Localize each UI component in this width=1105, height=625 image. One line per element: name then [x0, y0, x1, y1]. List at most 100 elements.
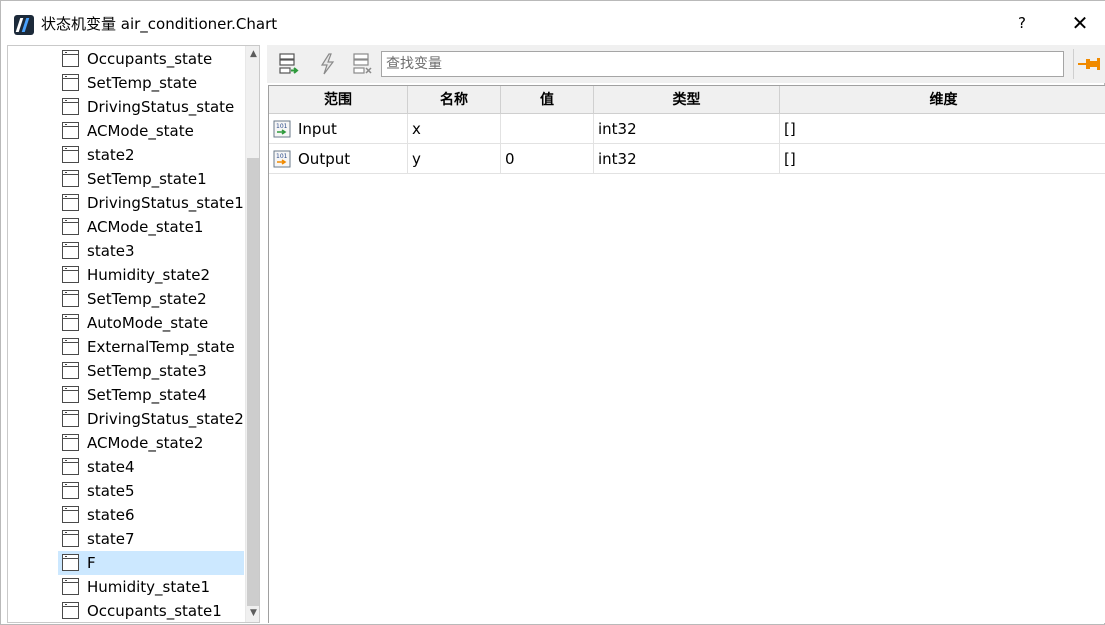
state-icon [62, 50, 79, 67]
column-header-name[interactable]: 名称 [408, 86, 501, 114]
scroll-thumb[interactable] [247, 158, 259, 606]
tree-item-label: DrivingStatus_state1 [87, 194, 244, 212]
state-icon [62, 266, 79, 283]
tree-item[interactable]: ACMode_state2 [58, 431, 244, 455]
svg-text:101: 101 [276, 153, 288, 160]
window-title: 状态机变量 air_conditioner.Chart [41, 15, 278, 33]
pin-button[interactable] [1077, 54, 1101, 74]
tree-item[interactable]: SetTemp_state4 [58, 383, 244, 407]
column-header-value[interactable]: 值 [501, 86, 594, 114]
tree-item[interactable]: ExternalTemp_state [58, 335, 244, 359]
type-cell[interactable]: int32 [594, 144, 780, 174]
tree-item[interactable]: DrivingStatus_state1 [58, 191, 244, 215]
column-header-scope[interactable]: 范围 [269, 86, 408, 114]
state-icon [62, 122, 79, 139]
tree-item-label: state3 [87, 242, 135, 260]
tree-item[interactable]: state2 [58, 143, 244, 167]
tree-item[interactable]: DrivingStatus_state2 [58, 407, 244, 431]
state-icon [62, 314, 79, 331]
tree-item-label: ExternalTemp_state [87, 338, 235, 356]
output-variable-icon: 101 [273, 150, 291, 168]
dimension-cell[interactable]: [] [780, 144, 1105, 174]
scope-cell[interactable]: 101 Output [269, 144, 408, 174]
tree-item[interactable]: SetTemp_state3 [58, 359, 244, 383]
help-button[interactable]: ? [1005, 7, 1039, 39]
state-icon [62, 578, 79, 595]
value-cell[interactable] [501, 114, 594, 144]
state-icon [62, 362, 79, 379]
add-variable-button[interactable] [275, 51, 301, 77]
state-icon [62, 290, 79, 307]
scroll-up-arrow-icon[interactable]: ▲ [246, 46, 259, 63]
state-tree-panel: Occupants_state SetTemp_state DrivingStatu… [7, 45, 260, 623]
tree-item[interactable]: Occupants_state1 [58, 599, 244, 622]
delete-variable-button[interactable] [349, 51, 375, 77]
tree-item-label: DrivingStatus_state [87, 98, 235, 116]
pin-icon [1078, 58, 1100, 70]
value-cell[interactable]: 0 [501, 144, 594, 174]
lightning-button[interactable] [315, 51, 341, 77]
column-header-type[interactable]: 类型 [594, 86, 780, 114]
tree-item[interactable]: state3 [58, 239, 244, 263]
table-row[interactable]: 101 Output y 0 int32 [] [269, 144, 1105, 174]
variables-toolbar [267, 45, 1105, 83]
close-button[interactable]: ✕ [1061, 7, 1099, 39]
tree-item[interactable]: state7 [58, 527, 244, 551]
state-icon [62, 506, 79, 523]
tree-item[interactable]: ACMode_state [58, 119, 244, 143]
type-cell[interactable]: int32 [594, 114, 780, 144]
tree-item-label: F [87, 554, 96, 572]
state-icon [62, 146, 79, 163]
state-icon [62, 194, 79, 211]
tree-item[interactable]: ACMode_state1 [58, 215, 244, 239]
column-header-dimension[interactable]: 维度 [780, 86, 1105, 114]
search-variable-input[interactable] [381, 51, 1064, 77]
name-cell[interactable]: y [408, 144, 501, 174]
state-icon [62, 602, 79, 619]
tree-item-label: state5 [87, 482, 135, 500]
state-icon [62, 554, 79, 571]
variables-table: 范围 名称 值 类型 维度 101 Input x int32 [] 101 O… [268, 85, 1105, 623]
chart-variables-window: 状态机变量 air_conditioner.Chart ? ✕ Occupant… [0, 0, 1105, 625]
state-icon [62, 338, 79, 355]
scope-cell[interactable]: 101 Input [269, 114, 408, 144]
svg-text:101: 101 [276, 123, 288, 130]
tree-item-label: SetTemp_state4 [87, 386, 207, 404]
tree-item[interactable]: Humidity_state1 [58, 575, 244, 599]
tree-item[interactable]: SetTemp_state1 [58, 167, 244, 191]
tree-item[interactable]: state4 [58, 455, 244, 479]
tree-item[interactable]: Occupants_state [58, 47, 244, 71]
tree-item[interactable]: state6 [58, 503, 244, 527]
scope-label: Output [298, 150, 351, 168]
title-bar[interactable]: 状态机变量 air_conditioner.Chart ? ✕ [1, 1, 1105, 45]
state-icon [62, 410, 79, 427]
tree-item[interactable]: F [58, 551, 244, 575]
tree-item[interactable]: Humidity_state2 [58, 263, 244, 287]
add-variable-icon [279, 53, 299, 74]
delete-variable-icon [353, 53, 372, 74]
tree-item[interactable]: AutoMode_state [58, 311, 244, 335]
dimension-cell[interactable]: [] [780, 114, 1105, 144]
state-icon [62, 218, 79, 235]
state-icon [62, 170, 79, 187]
name-cell[interactable]: x [408, 114, 501, 144]
tree-item-label: state4 [87, 458, 135, 476]
scroll-down-arrow-icon[interactable]: ▼ [246, 605, 259, 622]
tree-item[interactable]: state5 [58, 479, 244, 503]
tree-item-label: SetTemp_state1 [87, 170, 207, 188]
lightning-icon [320, 53, 335, 75]
tree-scrollbar[interactable]: ▲ ▼ [245, 46, 259, 622]
tree-item-label: Humidity_state1 [87, 578, 211, 596]
tree-item-label: state2 [87, 146, 135, 164]
tree-item[interactable]: SetTemp_state2 [58, 287, 244, 311]
tree-item-label: SetTemp_state2 [87, 290, 207, 308]
state-icon [62, 530, 79, 547]
tree-item[interactable]: SetTemp_state [58, 71, 244, 95]
tree-item-label: state6 [87, 506, 135, 524]
state-icon [62, 482, 79, 499]
table-header: 范围 名称 值 类型 维度 [269, 86, 1105, 114]
tree-item[interactable]: DrivingStatus_state [58, 95, 244, 119]
tree-item-label: state7 [87, 530, 135, 548]
tree-item-label: Humidity_state2 [87, 266, 211, 284]
table-row[interactable]: 101 Input x int32 [] [269, 114, 1105, 144]
